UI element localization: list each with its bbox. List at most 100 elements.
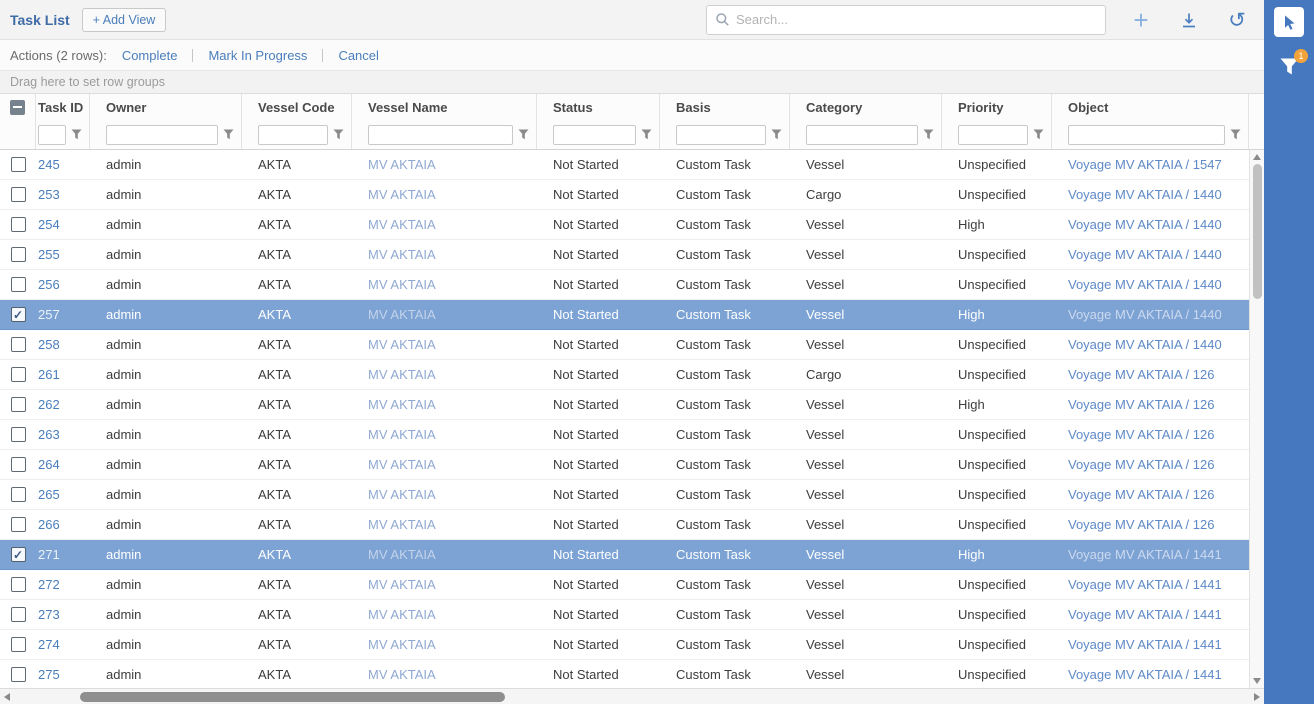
- row-checkbox[interactable]: [11, 667, 26, 682]
- pointer-tool-button[interactable]: [1274, 7, 1304, 37]
- search-box[interactable]: [706, 5, 1106, 35]
- filter-funnel-icon[interactable]: [333, 129, 344, 140]
- task-id-link[interactable]: 272: [38, 577, 60, 592]
- table-row[interactable]: 263adminAKTAMV AKTAIANot StartedCustom T…: [0, 420, 1249, 450]
- table-row[interactable]: 274adminAKTAMV AKTAIANot StartedCustom T…: [0, 630, 1249, 660]
- row-checkbox[interactable]: [11, 217, 26, 232]
- vertical-scrollbar[interactable]: [1249, 150, 1264, 688]
- row-checkbox[interactable]: [11, 577, 26, 592]
- vessel-name-link[interactable]: MV AKTAIA: [368, 187, 436, 202]
- column-header-vessel-name[interactable]: Vessel Name: [352, 94, 537, 149]
- horizontal-scrollbar-thumb[interactable]: [80, 692, 505, 702]
- vessel-name-link[interactable]: MV AKTAIA: [368, 307, 436, 322]
- scroll-up-arrow[interactable]: [1253, 154, 1261, 160]
- vessel-name-link[interactable]: MV AKTAIA: [368, 637, 436, 652]
- table-row[interactable]: 275adminAKTAMV AKTAIANot StartedCustom T…: [0, 660, 1249, 688]
- vessel-name-link[interactable]: MV AKTAIA: [368, 277, 436, 292]
- table-row[interactable]: 272adminAKTAMV AKTAIANot StartedCustom T…: [0, 570, 1249, 600]
- table-row[interactable]: 261adminAKTAMV AKTAIANot StartedCustom T…: [0, 360, 1249, 390]
- filter-input-task-id[interactable]: [38, 125, 66, 145]
- object-link[interactable]: Voyage MV AKTAIA / 1441: [1068, 607, 1222, 622]
- object-link[interactable]: Voyage MV AKTAIA / 1441: [1068, 547, 1222, 562]
- filter-funnel-icon[interactable]: [1033, 129, 1044, 140]
- row-checkbox[interactable]: [11, 277, 26, 292]
- reset-undo-button[interactable]: ↺: [1224, 7, 1250, 33]
- filter-input-priority[interactable]: [958, 125, 1028, 145]
- vessel-name-link[interactable]: MV AKTAIA: [368, 427, 436, 442]
- select-all-checkbox[interactable]: [10, 100, 25, 115]
- table-row[interactable]: 254adminAKTAMV AKTAIANot StartedCustom T…: [0, 210, 1249, 240]
- filter-input-object[interactable]: [1068, 125, 1225, 145]
- table-row[interactable]: 262adminAKTAMV AKTAIANot StartedCustom T…: [0, 390, 1249, 420]
- table-row[interactable]: 253adminAKTAMV AKTAIANot StartedCustom T…: [0, 180, 1249, 210]
- add-button[interactable]: +: [1128, 7, 1154, 33]
- task-id-link[interactable]: 271: [38, 547, 60, 562]
- vessel-name-link[interactable]: MV AKTAIA: [368, 667, 436, 682]
- row-checkbox[interactable]: [11, 457, 26, 472]
- object-link[interactable]: Voyage MV AKTAIA / 126: [1068, 487, 1214, 502]
- vertical-scrollbar-thumb[interactable]: [1253, 164, 1262, 299]
- table-row[interactable]: 271adminAKTAMV AKTAIANot StartedCustom T…: [0, 540, 1249, 570]
- row-checkbox[interactable]: [11, 367, 26, 382]
- task-id-link[interactable]: 254: [38, 217, 60, 232]
- table-row[interactable]: 256adminAKTAMV AKTAIANot StartedCustom T…: [0, 270, 1249, 300]
- vessel-name-link[interactable]: MV AKTAIA: [368, 397, 436, 412]
- vessel-name-link[interactable]: MV AKTAIA: [368, 247, 436, 262]
- filter-funnel-icon[interactable]: [771, 129, 782, 140]
- column-header-object[interactable]: Object: [1052, 94, 1249, 149]
- column-header-task-id[interactable]: Task ID: [36, 94, 90, 149]
- vessel-name-link[interactable]: MV AKTAIA: [368, 547, 436, 562]
- column-header-priority[interactable]: Priority: [942, 94, 1052, 149]
- filter-input-vessel-code[interactable]: [258, 125, 328, 145]
- task-id-link[interactable]: 275: [38, 667, 60, 682]
- row-checkbox[interactable]: [11, 547, 26, 562]
- vessel-name-link[interactable]: MV AKTAIA: [368, 607, 436, 622]
- action-cancel[interactable]: Cancel: [338, 48, 378, 63]
- task-id-link[interactable]: 256: [38, 277, 60, 292]
- vessel-name-link[interactable]: MV AKTAIA: [368, 367, 436, 382]
- object-link[interactable]: Voyage MV AKTAIA / 1440: [1068, 277, 1222, 292]
- row-checkbox[interactable]: [11, 637, 26, 652]
- row-checkbox[interactable]: [11, 517, 26, 532]
- search-input[interactable]: [736, 12, 1097, 27]
- filter-funnel-icon[interactable]: [1230, 129, 1241, 140]
- task-id-link[interactable]: 274: [38, 637, 60, 652]
- vessel-name-link[interactable]: MV AKTAIA: [368, 337, 436, 352]
- column-header-status[interactable]: Status: [537, 94, 660, 149]
- task-id-link[interactable]: 255: [38, 247, 60, 262]
- filter-panel-button[interactable]: 1: [1276, 53, 1302, 79]
- vessel-name-link[interactable]: MV AKTAIA: [368, 457, 436, 472]
- row-checkbox[interactable]: [11, 157, 26, 172]
- object-link[interactable]: Voyage MV AKTAIA / 1440: [1068, 337, 1222, 352]
- action-mark-in-progress[interactable]: Mark In Progress: [208, 48, 307, 63]
- object-link[interactable]: Voyage MV AKTAIA / 1441: [1068, 637, 1222, 652]
- task-id-link[interactable]: 257: [38, 307, 60, 322]
- object-link[interactable]: Voyage MV AKTAIA / 126: [1068, 397, 1214, 412]
- task-id-link[interactable]: 273: [38, 607, 60, 622]
- task-id-link[interactable]: 265: [38, 487, 60, 502]
- task-id-link[interactable]: 264: [38, 457, 60, 472]
- object-link[interactable]: Voyage MV AKTAIA / 1440: [1068, 217, 1222, 232]
- vessel-name-link[interactable]: MV AKTAIA: [368, 487, 436, 502]
- object-link[interactable]: Voyage MV AKTAIA / 126: [1068, 427, 1214, 442]
- row-checkbox[interactable]: [11, 187, 26, 202]
- table-row[interactable]: 255adminAKTAMV AKTAIANot StartedCustom T…: [0, 240, 1249, 270]
- object-link[interactable]: Voyage MV AKTAIA / 126: [1068, 367, 1214, 382]
- horizontal-scrollbar[interactable]: [0, 688, 1264, 704]
- vessel-name-link[interactable]: MV AKTAIA: [368, 217, 436, 232]
- filter-funnel-icon[interactable]: [518, 129, 529, 140]
- task-id-link[interactable]: 263: [38, 427, 60, 442]
- table-row[interactable]: 245adminAKTAMV AKTAIANot StartedCustom T…: [0, 150, 1249, 180]
- filter-funnel-icon[interactable]: [71, 129, 82, 140]
- add-view-button[interactable]: + Add View: [82, 8, 167, 32]
- row-checkbox[interactable]: [11, 307, 26, 322]
- row-checkbox[interactable]: [11, 397, 26, 412]
- table-row[interactable]: 264adminAKTAMV AKTAIANot StartedCustom T…: [0, 450, 1249, 480]
- filter-input-status[interactable]: [553, 125, 636, 145]
- row-checkbox[interactable]: [11, 247, 26, 262]
- vessel-name-link[interactable]: MV AKTAIA: [368, 577, 436, 592]
- object-link[interactable]: Voyage MV AKTAIA / 1441: [1068, 577, 1222, 592]
- object-link[interactable]: Voyage MV AKTAIA / 1440: [1068, 307, 1222, 322]
- filter-input-vessel-name[interactable]: [368, 125, 513, 145]
- filter-funnel-icon[interactable]: [641, 129, 652, 140]
